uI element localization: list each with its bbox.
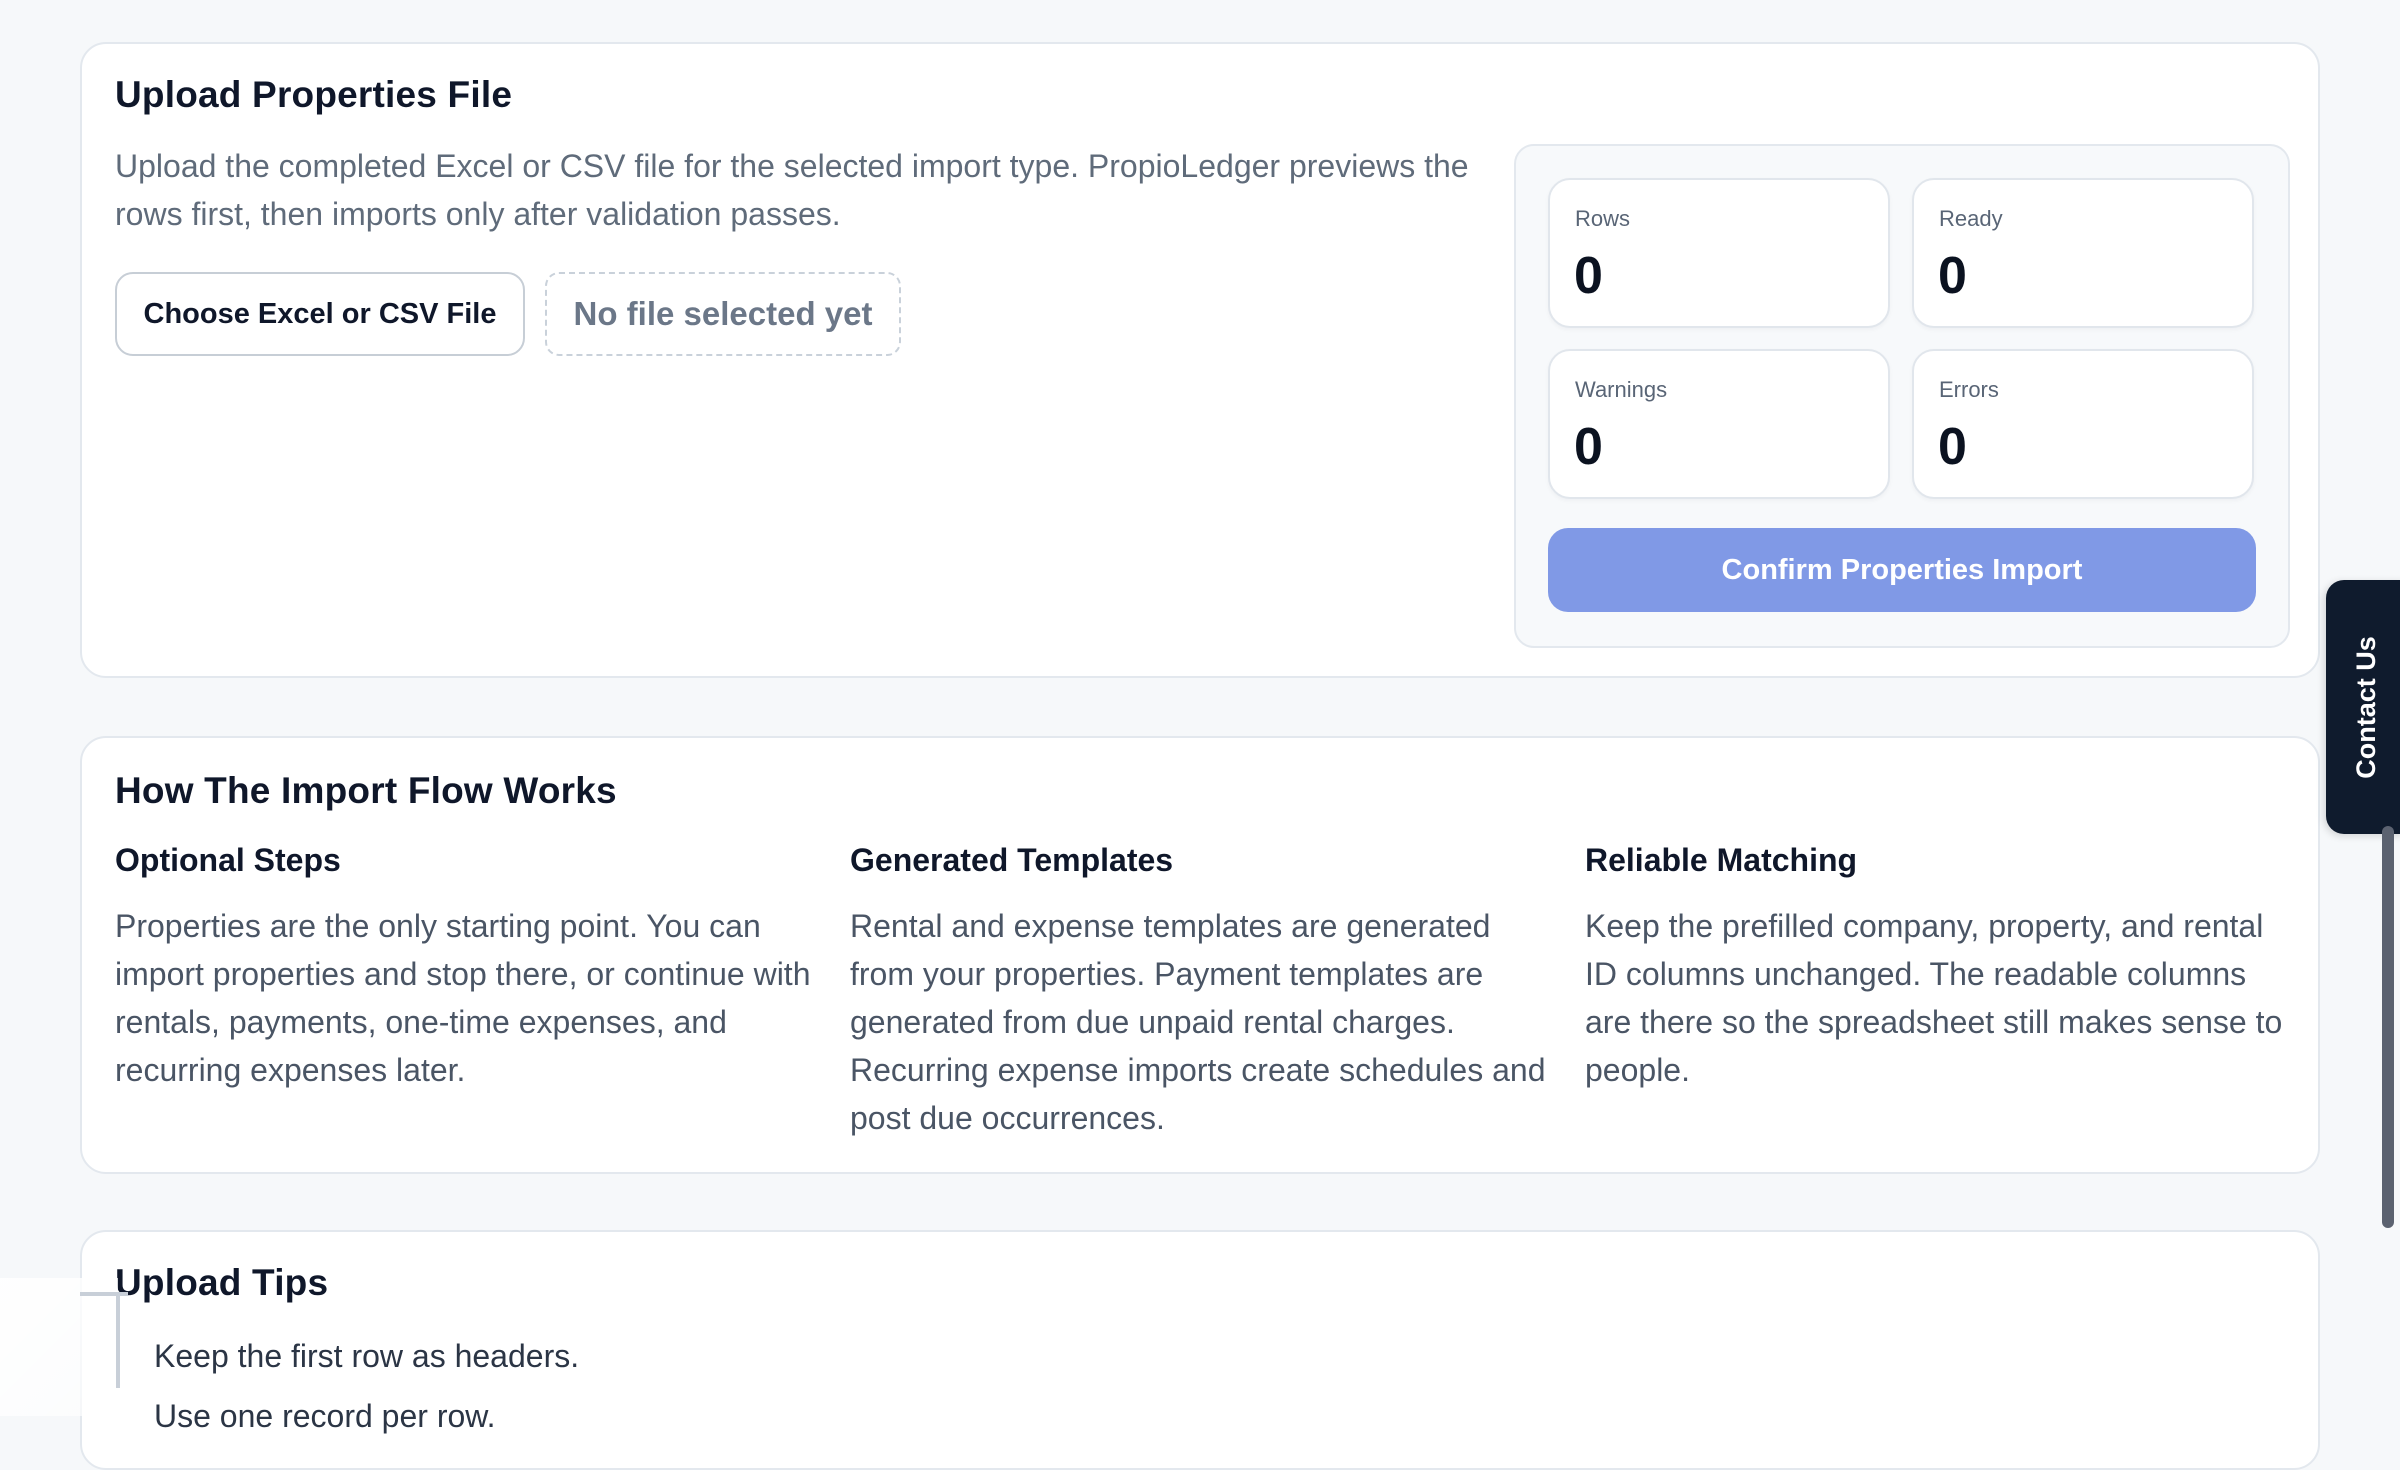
stat-ready-label: Ready: [1939, 206, 2003, 231]
flow-column-optional-steps: Optional Steps Properties are the only s…: [115, 840, 815, 1094]
list-item: Use one record per row.: [154, 1398, 496, 1434]
flow-column-heading: Generated Templates: [850, 842, 1174, 878]
upload-properties-card: Upload Properties File Upload the comple…: [80, 42, 2320, 678]
tips-card-title: Upload Tips: [115, 1262, 329, 1303]
stat-errors-value: 0: [1938, 418, 1967, 476]
stat-ready-value: 0: [1938, 247, 1967, 305]
corner-marker-line-horizontal: [80, 1292, 128, 1296]
corner-marker-line-vertical: [116, 1292, 120, 1388]
page-scrollbar-thumb[interactable]: [2382, 826, 2394, 1228]
import-flow-card: How The Import Flow Works Optional Steps…: [80, 736, 2320, 1174]
flow-column-body: Properties are the only starting point. …: [115, 908, 811, 1088]
flow-column-generated-templates: Generated Templates Rental and expense t…: [850, 840, 1550, 1142]
stat-rows: Rows 0: [1548, 178, 1890, 328]
flow-column-body: Keep the prefilled company, property, an…: [1585, 908, 2283, 1088]
confirm-import-button[interactable]: Confirm Properties Import: [1548, 528, 2256, 612]
stat-rows-value: 0: [1574, 247, 1603, 305]
flow-column-heading: Reliable Matching: [1585, 842, 1858, 878]
stat-errors: Errors 0: [1912, 349, 2254, 499]
tips-list: Keep the first row as headers. Use one r…: [154, 1332, 579, 1452]
stat-ready: Ready 0: [1912, 178, 2254, 328]
upload-card-title: Upload Properties File: [115, 74, 513, 115]
flow-column-heading: Optional Steps: [115, 842, 341, 878]
choose-file-button[interactable]: Choose Excel or CSV File: [115, 272, 525, 356]
contact-us-label: Contact Us: [2350, 635, 2381, 779]
flow-card-title: How The Import Flow Works: [115, 770, 617, 811]
flow-column-body: Rental and expense templates are generat…: [850, 908, 1546, 1136]
upload-tips-card: Upload Tips Keep the first row as header…: [80, 1230, 2320, 1470]
list-item: Keep the first row as headers.: [154, 1338, 580, 1374]
stat-warnings-value: 0: [1574, 418, 1603, 476]
upload-intro-text: Upload the completed Excel or CSV file f…: [115, 148, 1469, 232]
import-stats-panel: Rows 0 Ready 0 Warnings 0 Errors 0 Confi…: [1514, 144, 2290, 648]
flow-column-reliable-matching: Reliable Matching Keep the prefilled com…: [1585, 840, 2285, 1094]
contact-us-tab[interactable]: Contact Us: [2326, 580, 2400, 834]
stat-warnings: Warnings 0: [1548, 349, 1890, 499]
corner-marker-overlay: [0, 1278, 128, 1416]
stat-warnings-label: Warnings: [1575, 377, 1668, 402]
file-status-placeholder: No file selected yet: [545, 272, 901, 356]
stat-rows-label: Rows: [1575, 206, 1631, 231]
stat-errors-label: Errors: [1939, 377, 1999, 402]
